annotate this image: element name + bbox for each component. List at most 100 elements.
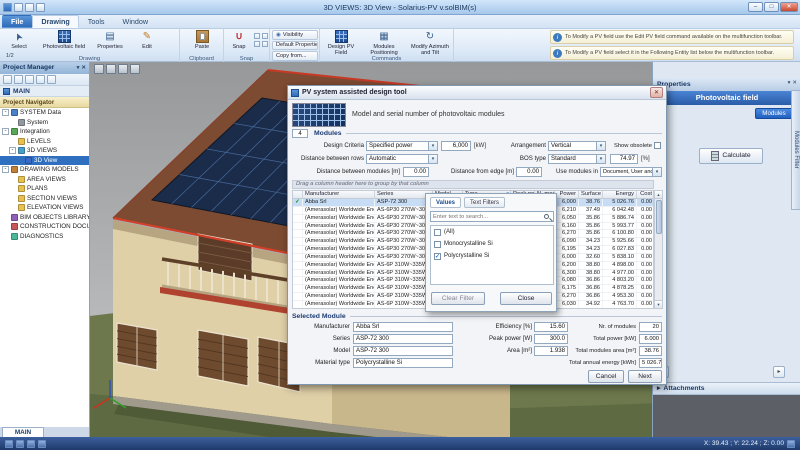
tab-window[interactable]: Window [114,15,158,28]
tab-file[interactable]: File [2,15,32,28]
filter-tab-values[interactable]: Values [430,197,461,208]
column-header-10[interactable]: Cost [637,191,655,198]
refresh-icon[interactable] [36,75,45,84]
bos-type-select[interactable]: Standard [548,154,606,164]
copy-from-button[interactable]: Copy from... [272,51,318,61]
tree-item-section-views[interactable]: SECTION VIEWS [0,194,89,204]
next-arrow-button[interactable]: ▸ [773,366,785,378]
expander-icon[interactable]: - [2,128,9,135]
tree-item-3d-views[interactable]: -3D VIEWS [0,146,89,156]
panel-pin-icon[interactable]: ▾ [77,62,80,74]
design-power-input[interactable]: 6,000 [441,141,471,151]
pan-icon[interactable] [106,64,116,74]
tree-item-bim-objects-library[interactable]: BIM OBJECTS LIBRARY [0,213,89,223]
tree-item-diagnostics[interactable]: DIAGNOSTICS [0,232,89,242]
scroll-up-icon[interactable]: ▴ [655,191,662,199]
design-criteria-select[interactable]: Specified power [366,141,438,151]
filter-option--all-[interactable]: (All) [431,226,553,238]
column-header-9[interactable]: Energy [603,191,637,198]
modules-filter-side-tab[interactable]: Modules Filter [791,90,800,210]
expander-icon[interactable]: - [9,147,16,154]
modify-azimuth-button[interactable]: ↻ Modify Azimuth and Tilt [408,30,452,56]
tree-item-plans[interactable]: PLANS [0,184,89,194]
zoom-icon[interactable] [118,64,128,74]
edit-button[interactable]: ✎ Edit [132,30,162,50]
tree-item-construction-documents[interactable]: CONSTRUCTION DOCUMENTS [0,222,89,232]
show-obsolete-checkbox[interactable] [654,142,661,149]
use-modules-select[interactable]: Document, User and Program Archive [600,167,662,177]
distance-edge-input[interactable]: 0.00 [516,167,542,177]
column-header-8[interactable]: Surface [579,191,603,198]
settings-icon[interactable] [47,75,56,84]
orbit-icon[interactable] [94,64,104,74]
distance-modules-input[interactable]: 0.00 [403,167,429,177]
properties-pin-icon[interactable]: ▾ [788,80,791,86]
tab-main[interactable]: MAIN [2,427,44,437]
cancel-button[interactable]: Cancel [588,370,624,383]
tree-item-levels[interactable]: LEVELS [0,137,89,147]
tree-item-integration[interactable]: -Integration [0,127,89,137]
arrangement-select[interactable]: Vertical [548,141,606,151]
paste-button[interactable]: Paste [186,30,218,50]
filter-tab-text-filters[interactable]: Text Filters [464,197,505,208]
filter-option-polycrystalline-si[interactable]: ✓Polycrystalline Si [431,250,553,262]
default-properties-button[interactable]: Default Properties [272,41,318,51]
tree-item-drawing-models[interactable]: -DRAWING MODELS [0,165,89,175]
dialog-titlebar[interactable]: PV system assisted design tool ✕ [288,86,666,100]
minimize-button[interactable]: – [748,2,763,12]
select-button[interactable]: ➤ Select [2,30,36,50]
tree-item-3d-view[interactable]: 3D View [0,156,89,166]
bos-percentage-input[interactable]: 74.97 [610,154,638,164]
attachments-header[interactable]: ▸ Attachments [653,382,800,395]
checkbox-icon[interactable] [434,229,441,236]
tab-drawing[interactable]: Drawing [32,15,78,28]
column-header-7[interactable]: Power [555,191,579,198]
status-ortho-icon[interactable] [16,440,24,448]
close-filter-button[interactable]: Close [500,292,552,305]
snap-button[interactable]: ∪ Snap [226,30,252,50]
project-root[interactable]: MAIN [0,86,89,97]
clear-filter-button[interactable]: Clear Filter [431,292,485,305]
visibility-button[interactable]: ◉ Visibility [272,30,318,40]
panel-close-icon[interactable]: ✕ [81,62,86,74]
tree-item-elevation-views[interactable]: ELEVATION VIEWS [0,203,89,213]
photovoltaic-field-button[interactable]: Photovoltaic field [40,30,88,50]
step-indicator[interactable]: 4 [292,129,308,138]
status-view-icon[interactable] [787,440,795,448]
tree-item-system[interactable]: System [0,118,89,128]
open-icon[interactable] [14,75,23,84]
fit-view-icon[interactable] [130,64,140,74]
filter-search-input[interactable] [430,211,554,222]
close-button[interactable]: ✕ [780,2,798,12]
status-snap-icon[interactable] [27,440,35,448]
status-layers-icon[interactable] [38,440,46,448]
new-icon[interactable] [3,75,12,84]
column-header-0[interactable] [293,191,303,198]
modules-positioning-button[interactable]: ▦ Modules Positioning [362,30,406,56]
properties-button[interactable]: ▤ Properties [90,30,130,50]
design-pv-field-button[interactable]: Design PV Field [322,30,360,56]
tree-item-area-views[interactable]: AREA VIEWS [0,175,89,185]
save-project-icon[interactable] [25,75,34,84]
next-button[interactable]: Next [628,370,662,383]
calculate-button[interactable]: Calculate [699,148,763,164]
scrollbar-thumb[interactable] [656,200,662,234]
filter-option-monocrystalline-si[interactable]: Monocrystalline Si [431,238,553,250]
tree-item-system-data[interactable]: -SYSTEM Data [0,108,89,118]
checkbox-icon[interactable] [434,241,441,248]
checkbox-icon[interactable]: ✓ [434,253,441,260]
expander-icon[interactable]: - [2,109,9,116]
group-by-bar[interactable]: Drag a column header here to group by th… [292,180,654,189]
scroll-down-icon[interactable]: ▾ [655,300,662,308]
table-scrollbar[interactable]: ▴ ▾ [654,190,663,309]
properties-close-icon[interactable]: ✕ [792,80,797,86]
expander-icon[interactable]: - [2,166,9,173]
snap-options-grid[interactable] [254,33,268,47]
distance-rows-select[interactable]: Automatic [366,154,438,164]
dialog-close-button[interactable]: ✕ [650,87,663,98]
modules-tab-badge[interactable]: Modules [755,108,793,119]
tab-tools[interactable]: Tools [79,15,114,28]
maximize-button[interactable]: □ [764,2,779,12]
column-header-1[interactable]: Manufacturer [303,191,375,198]
status-grid-icon[interactable] [5,440,13,448]
